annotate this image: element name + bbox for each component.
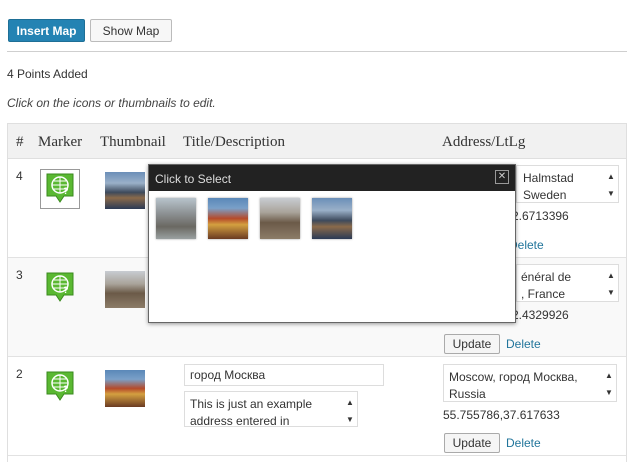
- col-num: #: [16, 134, 24, 150]
- latlng-value: 2.4329926: [512, 308, 569, 322]
- update-button[interactable]: Update: [444, 334, 500, 354]
- delete-link[interactable]: Delete: [506, 337, 541, 351]
- scroll-up-icon[interactable]: ▲: [607, 267, 615, 284]
- address-field[interactable]: Moscow, город Москва, Russia ▲ ▼: [443, 364, 617, 402]
- scrollbar[interactable]: ▲ ▼: [602, 365, 616, 401]
- select-thumbnail[interactable]: [260, 198, 300, 239]
- scroll-down-icon[interactable]: ▼: [605, 384, 613, 401]
- thumbnail-picker-dialog: Click to Select ✕: [148, 164, 516, 323]
- svg-text:?: ?: [63, 384, 69, 394]
- scrollbar[interactable]: ▲ ▼: [343, 392, 357, 426]
- city-thumbnail[interactable]: [105, 370, 145, 407]
- show-map-button[interactable]: Show Map: [90, 19, 172, 42]
- city-thumbnail[interactable]: [105, 172, 145, 209]
- row-number: 2: [16, 367, 23, 381]
- svg-text:?: ?: [63, 285, 69, 295]
- scrollbar[interactable]: ▲ ▼: [604, 166, 618, 202]
- table-row: 2 ? This is just an example address ente…: [8, 357, 626, 456]
- dialog-title: Click to Select: [155, 172, 232, 186]
- select-thumbnail[interactable]: [208, 198, 248, 239]
- address-text: énéral de , France: [521, 270, 572, 301]
- map-marker-icon[interactable]: ?: [40, 367, 80, 407]
- select-thumbnail[interactable]: [312, 198, 352, 239]
- scroll-up-icon[interactable]: ▲: [346, 394, 354, 411]
- city-thumbnail[interactable]: [105, 271, 145, 308]
- scroll-down-icon[interactable]: ▼: [607, 185, 615, 202]
- title-input[interactable]: [184, 364, 384, 386]
- description-field[interactable]: This is just an example address entered …: [184, 391, 358, 427]
- col-title: Title/Description: [183, 134, 285, 150]
- address-text: Halmstad Sweden: [523, 171, 574, 202]
- address-text: Moscow, город Москва, Russia: [449, 370, 578, 401]
- col-address: Address/LtLg: [442, 134, 526, 150]
- edit-hint: Click on the icons or thumbnails to edit…: [7, 96, 216, 110]
- update-button[interactable]: Update: [444, 433, 500, 453]
- latlng-value: 55.755786,37.617633: [443, 408, 560, 422]
- row-number: 4: [16, 169, 23, 183]
- map-marker-icon[interactable]: ?: [40, 268, 80, 308]
- table-header: # Marker Thumbnail Title/Description Add…: [8, 124, 626, 159]
- map-marker-icon[interactable]: ?: [40, 169, 80, 209]
- col-marker: Marker: [38, 134, 83, 150]
- scrollbar[interactable]: ▲ ▼: [604, 265, 618, 301]
- insert-map-button[interactable]: Insert Map: [8, 19, 85, 42]
- latlng-value: 2.6713396: [512, 209, 569, 223]
- svg-text:?: ?: [63, 186, 69, 196]
- scroll-down-icon[interactable]: ▼: [607, 284, 615, 301]
- scroll-down-icon[interactable]: ▼: [346, 411, 354, 426]
- select-thumbnail[interactable]: [156, 198, 196, 239]
- scroll-up-icon[interactable]: ▲: [605, 367, 613, 384]
- delete-link[interactable]: Delete: [506, 436, 541, 450]
- row-number: 3: [16, 268, 23, 282]
- description-text: This is just an example address entered …: [190, 397, 313, 427]
- close-icon[interactable]: ✕: [495, 170, 509, 184]
- dialog-title-bar: Click to Select ✕: [149, 165, 515, 191]
- divider: [7, 51, 627, 52]
- col-thumbnail: Thumbnail: [100, 134, 166, 150]
- points-count: 4 Points Added: [7, 67, 88, 81]
- scroll-up-icon[interactable]: ▲: [607, 168, 615, 185]
- address-field[interactable]: énéral de , France ▲ ▼: [516, 264, 619, 302]
- address-field[interactable]: Halmstad Sweden ▲ ▼: [516, 165, 619, 203]
